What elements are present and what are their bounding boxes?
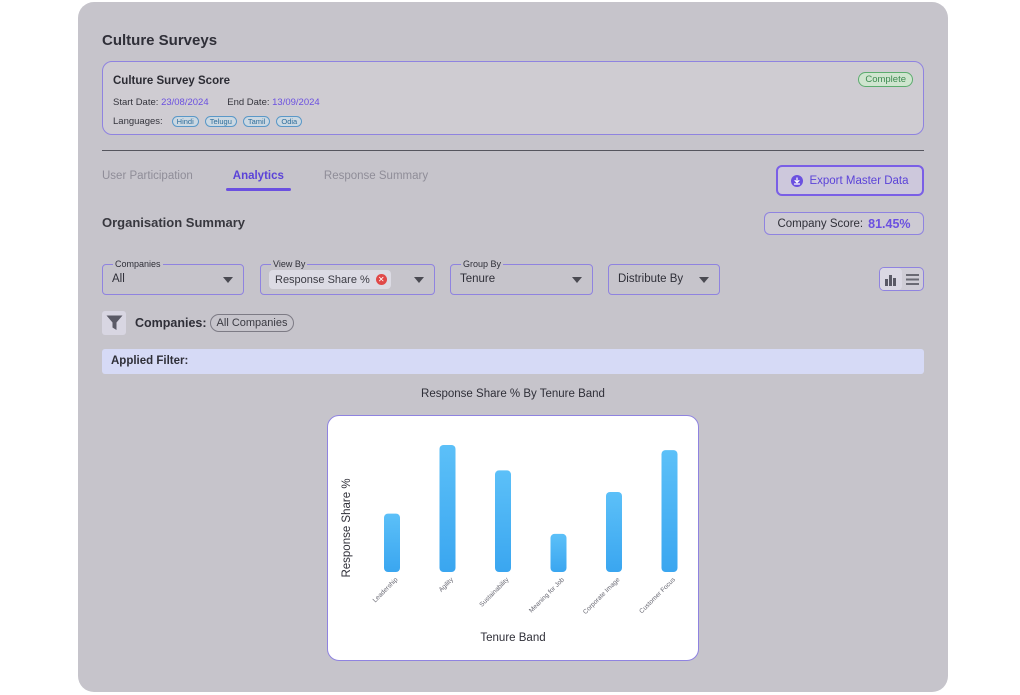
- chevron-down-icon: [699, 277, 709, 283]
- bar-customer-focus[interactable]: [661, 450, 678, 572]
- view-toggle: [879, 267, 924, 291]
- chart-card: Response Share % Tenure Band Leadership A…: [327, 415, 699, 661]
- languages-label: Languages:: [113, 116, 163, 127]
- divider: [102, 150, 924, 151]
- bar-chart-view-button[interactable]: [880, 268, 902, 290]
- x-tick-label: Sustainability: [478, 576, 511, 609]
- x-axis-label: Tenure Band: [480, 632, 545, 644]
- bar-agility[interactable]: [439, 445, 456, 572]
- language-chip: Hindi: [171, 116, 199, 127]
- bar-corporate-image[interactable]: [606, 491, 622, 572]
- group-by-select[interactable]: Group By Tenure: [450, 258, 593, 295]
- export-button-label: Export Master Data: [809, 174, 909, 187]
- y-axis-label: Response Share %: [341, 478, 353, 577]
- survey-score-title: Culture Survey Score: [113, 75, 230, 87]
- x-tick-label: Agility: [438, 576, 456, 594]
- view-by-chip: Response Share % ✕: [269, 270, 391, 289]
- view-by-select[interactable]: View By Response Share % ✕: [260, 258, 435, 295]
- survey-dates: Start Date: 23/08/2024 End Date: 13/09/2…: [113, 97, 336, 108]
- companies-select[interactable]: Companies All: [102, 258, 244, 295]
- tab-user-participation[interactable]: User Participation: [102, 170, 200, 182]
- export-master-data-button[interactable]: Export Master Data: [776, 165, 924, 196]
- tab-analytics[interactable]: Analytics: [225, 170, 292, 191]
- list-icon: [905, 273, 919, 285]
- language-chip: Odia: [276, 116, 303, 127]
- x-tick-label: Customer Focus: [638, 576, 677, 615]
- distribute-by-select[interactable]: Distribute By: [608, 264, 720, 295]
- start-date-label: Start Date:: [113, 97, 159, 108]
- remove-icon[interactable]: ✕: [375, 274, 387, 285]
- applied-filter-bar: Applied Filter:: [102, 349, 924, 374]
- distribute-by-select-value: Distribute By: [618, 273, 684, 285]
- chart-bars: [384, 445, 678, 572]
- all-companies-chip[interactable]: All Companies: [209, 314, 295, 332]
- x-tick-label: Corporate Image: [582, 576, 622, 616]
- chevron-down-icon: [572, 277, 582, 283]
- chevron-down-icon: [414, 277, 424, 283]
- start-date-value: 23/08/2024: [161, 97, 209, 108]
- chart-title: Response Share % By Tenure Band: [421, 388, 605, 400]
- bar-chart-icon: [885, 274, 897, 286]
- page-title: Culture Surveys: [102, 32, 218, 49]
- view-by-chip-label: Response Share %: [275, 273, 370, 286]
- x-tick-label: Leadership: [372, 576, 400, 604]
- filter-button[interactable]: [102, 311, 126, 335]
- languages-row: Languages: Hindi Telugu Tamil Odia: [113, 116, 303, 127]
- companies-select-label: Companies: [113, 258, 163, 270]
- download-icon: [791, 174, 804, 187]
- company-score-label: Company Score:: [777, 217, 864, 230]
- companies-select-value: All: [112, 273, 125, 285]
- chart-x-ticks: Leadership Agility Sustainability Meaning f…: [372, 576, 678, 616]
- view-by-select-label: View By: [271, 258, 308, 270]
- tab-bar: User Participation Analytics Response Su…: [102, 170, 461, 191]
- section-title: Organisation Summary: [102, 215, 246, 230]
- end-date-label: End Date:: [227, 97, 270, 108]
- status-badge: Complete: [858, 72, 913, 87]
- bar-sustainability[interactable]: [495, 470, 511, 572]
- group-by-select-label: Group By: [461, 258, 504, 270]
- list-view-button[interactable]: [902, 268, 924, 290]
- group-by-select-value: Tenure: [460, 273, 496, 285]
- company-score-badge: Company Score: 81.45%: [764, 212, 924, 235]
- company-score-value: 81.45%: [868, 216, 911, 231]
- bar-chart: Response Share % Tenure Band Leadership A…: [341, 445, 678, 644]
- company-filter-row: Companies: All Companies: [102, 311, 295, 335]
- main-panel: Culture Surveys Culture Survey Score Com…: [78, 2, 948, 692]
- survey-score-card: Culture Survey Score Complete Start Date…: [102, 61, 924, 135]
- language-chip: Telugu: [204, 116, 237, 127]
- end-date-value: 13/09/2024: [272, 97, 320, 108]
- language-chip: Tamil: [242, 116, 271, 127]
- bar-meaning-for-job[interactable]: [550, 533, 567, 572]
- chevron-down-icon: [223, 277, 233, 283]
- filter-icon: [106, 315, 122, 330]
- tab-response-summary[interactable]: Response Summary: [317, 170, 435, 182]
- bar-leadership[interactable]: [384, 513, 400, 572]
- x-tick-label: Meaning for Job: [528, 576, 566, 614]
- companies-filter-label: Companies:: [135, 316, 207, 330]
